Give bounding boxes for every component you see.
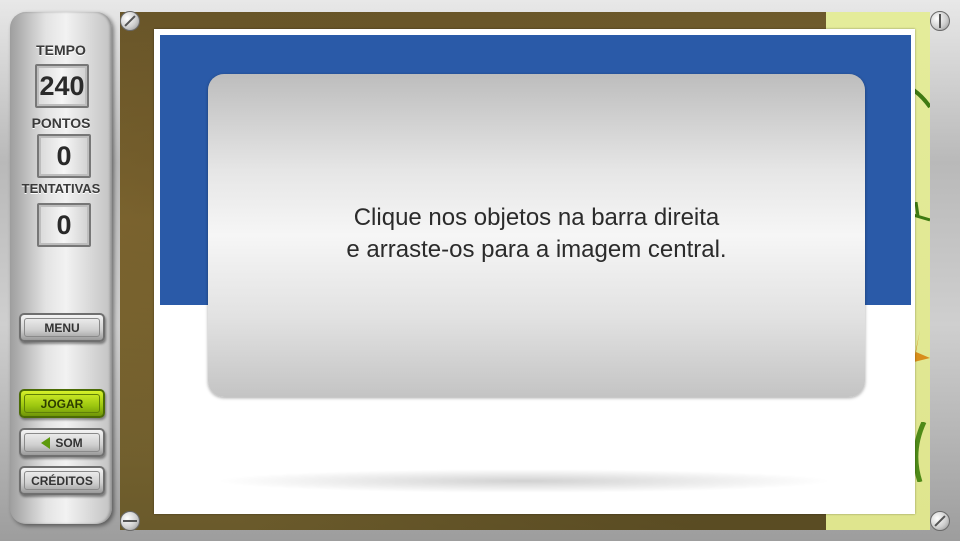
screw-icon [930,511,950,531]
main-panel: Clique nos objetos na barra direita e ar… [154,29,915,514]
credits-button-label: CRÉDITOS [31,473,93,488]
play-button[interactable]: JOGAR [19,389,105,418]
pontos-counter: 0 [37,134,91,178]
credits-button[interactable]: CRÉDITOS [19,466,105,495]
tempo-label: TEMPO [36,42,86,58]
panel-shadow [214,469,834,493]
screw-icon [120,11,140,31]
pontos-label: PONTOS [31,115,91,131]
instruction-dialog: Clique nos objetos na barra direita e ar… [208,74,865,397]
speaker-icon [41,436,51,449]
instruction-text: Clique nos objetos na barra direita e ar… [346,204,727,263]
menu-button-label: MENU [44,320,80,335]
sound-button-label: SOM [55,435,83,450]
screw-icon [930,11,950,31]
menu-button[interactable]: MENU [19,313,105,342]
screw-icon [120,511,140,531]
play-button-label: JOGAR [40,396,84,411]
sound-button[interactable]: SOM [19,428,105,457]
tempo-counter: 240 [35,64,89,108]
tentativas-label: TENTATIVAS [21,181,101,196]
tentativas-counter: 0 [37,203,91,247]
